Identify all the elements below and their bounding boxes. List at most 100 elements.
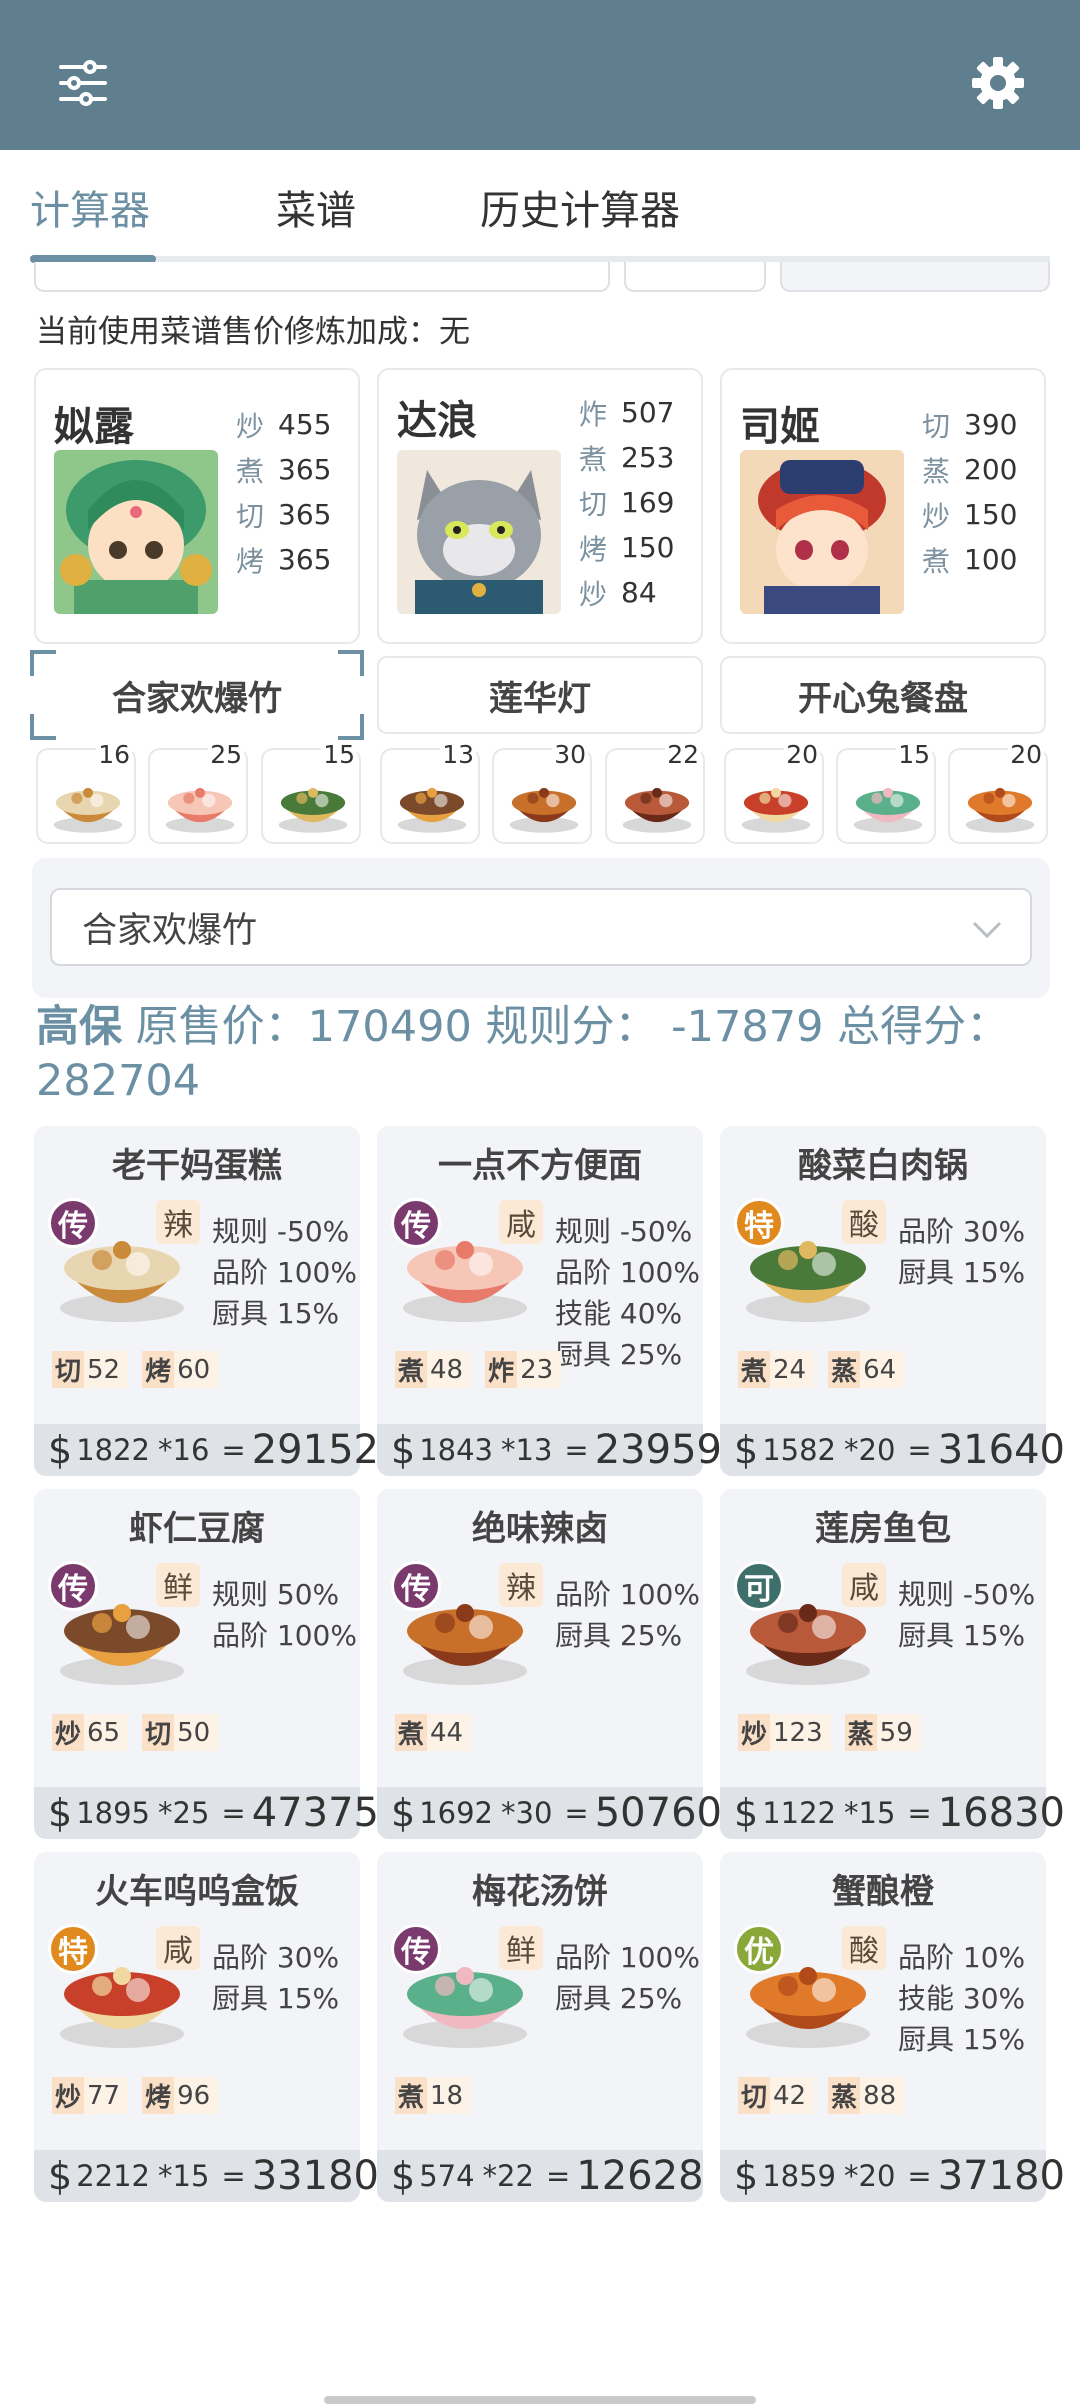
dish-buff: 品阶 30% [212, 1941, 340, 1974]
currency-symbol: $ [734, 1791, 759, 1835]
dish-requirement: 切 50 [142, 1714, 219, 1751]
dish-card[interactable]: 酸菜白肉锅特 酸品阶 30% 厨具 15% 煮 24 蒸 64 $1582 *20 = 31640 [720, 1126, 1065, 1476]
quantity: *15 [158, 2159, 210, 2193]
dish-icon [273, 764, 353, 840]
grade-badge: 传 [391, 1198, 441, 1248]
dish-buff: 规则 -50% [898, 1578, 1036, 1611]
quantity: *25 [158, 1796, 210, 1830]
scrolled-field[interactable] [780, 262, 1050, 292]
app-root: { "header": {"menu_icon": "sliders-icon"… [0, 0, 1080, 2408]
mini-dish-tile[interactable]: 30 [492, 740, 592, 844]
flavor-tag: 酸 [842, 1926, 886, 1970]
flavor-tag: 鲜 [499, 1926, 543, 1970]
dish-requirements: 切 52 烤 60 [52, 1351, 219, 1388]
tab-recipes[interactable]: 菜谱 [276, 178, 356, 236]
scrolled-field[interactable] [624, 262, 766, 292]
dish-card[interactable]: 一点不方便面传 咸规则 -50% 品阶 100% 技能 40% 厨具 25% 煮 48 炸 23… [377, 1126, 722, 1476]
app-bar [0, 0, 1080, 150]
sliders-icon[interactable] [40, 40, 126, 126]
dish-card[interactable]: 绝味辣卤传 辣品阶 100% 厨具 25% 煮 44 $1692 *30 = 50760 [377, 1489, 722, 1839]
bonus-text: 当前使用菜谱售价修炼加成：无 [36, 314, 470, 350]
dish-name: 绝味辣卤 [472, 1509, 608, 1549]
dish-card[interactable]: 梅花汤饼传 鲜品阶 100% 厨具 25% 煮 18 $574 *22 = 12628 [377, 1852, 704, 2202]
gear-icon[interactable] [955, 40, 1041, 126]
chef-portrait [54, 450, 218, 614]
chef-card[interactable]: 达浪 炸 507 煮 253 切 169 烤 150 炒 84 [377, 368, 703, 644]
category-label: 合家欢爆竹 [112, 678, 282, 719]
dish-card[interactable]: 蟹酿橙优 酸品阶 10% 技能 30% 厨具 15% 切 42 蒸 88 $1859 *20 = 37… [720, 1852, 1065, 2202]
mini-dish-tile[interactable]: 13 [380, 740, 480, 844]
chef-skill: 蒸 200 [922, 453, 1018, 488]
grade-label: 高保 [36, 1002, 122, 1052]
dish-count: 30 [552, 740, 588, 769]
dish-requirement: 煮 18 [395, 2077, 472, 2114]
dish-requirements: 炒 123 蒸 59 [738, 1714, 921, 1751]
unit-price: 2212 [76, 2159, 150, 2193]
dish-buff: 规则 -50% [212, 1215, 350, 1248]
chef-skill: 炒 150 [922, 498, 1018, 533]
dish-buff: 品阶 10% [898, 1941, 1026, 1974]
mini-dish-tile[interactable]: 25 [148, 740, 248, 844]
flavor-tag: 鲜 [156, 1563, 200, 1607]
dish-requirement: 烤 60 [142, 1351, 219, 1388]
chef-name: 达浪 [397, 398, 477, 444]
dish-card[interactable]: 老干妈蛋糕传 辣规则 -50% 品阶 100% 厨具 15% 切 52 烤 60 $1822 *1… [34, 1126, 379, 1476]
mini-dish-tile[interactable]: 15 [261, 740, 361, 844]
dish-buff: 厨具 25% [555, 1982, 683, 2015]
dish-requirement: 炒 77 [52, 2077, 129, 2114]
dish-count: 20 [1008, 740, 1044, 769]
category-button[interactable]: 莲华灯 [377, 656, 703, 734]
dish-total: 37180 [937, 2153, 1065, 2199]
currency-symbol: $ [391, 1428, 416, 1472]
mini-dish-tile[interactable]: 20 [724, 740, 824, 844]
dish-requirements: 煮 44 [395, 1714, 472, 1751]
dish-requirement: 煮 44 [395, 1714, 472, 1751]
dish-card[interactable]: 莲房鱼包可 咸规则 -50% 厨具 15% 炒 123 蒸 59 $1122 *15 = 16830 [720, 1489, 1065, 1839]
chef-name: 姒露 [54, 404, 134, 450]
equals-sign: = [545, 2159, 571, 2193]
mini-dish-tile[interactable]: 22 [605, 740, 705, 844]
price-bar: $574 *22 = 12628 [377, 2150, 704, 2202]
dish-total: 12628 [576, 2153, 704, 2199]
dish-total: 47375 [251, 1790, 379, 1836]
dish-icon [848, 764, 928, 840]
chef-skill: 炒 455 [236, 408, 332, 443]
dish-card[interactable]: 虾仁豆腐传 鲜规则 50% 品阶 100% 炒 65 切 50 $1895 *25 = 47375 [34, 1489, 379, 1839]
equals-sign: = [564, 1433, 589, 1467]
recipe-select[interactable]: 合家欢爆竹 [50, 888, 1032, 966]
dish-buff: 技能 40% [555, 1297, 683, 1330]
quantity: *15 [844, 1796, 896, 1830]
dish-buff: 技能 30% [898, 1982, 1026, 2015]
scrolled-field[interactable] [34, 262, 610, 292]
tab-history-calculator[interactable]: 历史计算器 [480, 178, 680, 236]
dish-requirement: 煮 48 [395, 1351, 472, 1388]
mini-dish-tile[interactable]: 15 [836, 740, 936, 844]
dish-buff: 品阶 100% [555, 1941, 700, 1974]
chef-skill: 煮 253 [579, 441, 675, 476]
dish-icon [617, 764, 697, 840]
unit-price: 1843 [419, 1433, 493, 1467]
chef-name: 司姬 [740, 404, 820, 450]
category-button-selected[interactable]: 合家欢爆竹 [30, 650, 364, 740]
dish-requirements: 炒 77 烤 96 [52, 2077, 219, 2114]
grade-badge: 特 [734, 1198, 784, 1248]
home-indicator [324, 2396, 756, 2404]
chef-card[interactable]: 姒露 炒 455 煮 365 切 365 烤 365 [34, 368, 360, 644]
dish-buffs: 规则 50% 品阶 100% [212, 1573, 357, 1655]
mini-dish-tile[interactable]: 20 [948, 740, 1048, 844]
currency-symbol: $ [48, 1428, 73, 1472]
dish-icon [160, 764, 240, 840]
grade-badge: 传 [391, 1561, 441, 1611]
chef-card[interactable]: 司姬 切 390 蒸 200 炒 150 煮 100 [720, 368, 1046, 644]
flavor-tag: 酸 [842, 1200, 886, 1244]
category-button[interactable]: 开心兔餐盘 [720, 656, 1046, 734]
dish-buff: 厨具 15% [212, 1982, 340, 2015]
dish-card[interactable]: 火车呜呜盒饭特 咸品阶 30% 厨具 15% 炒 77 烤 96 $2212 *15 = 33180 [34, 1852, 379, 2202]
tab-calculator[interactable]: 计算器 [30, 178, 150, 236]
grade-badge: 优 [734, 1924, 784, 1974]
mini-dish-tile[interactable]: 16 [36, 740, 136, 844]
quantity: *30 [501, 1796, 553, 1830]
dish-requirement: 切 42 [738, 2077, 815, 2114]
grade-badge: 特 [48, 1924, 98, 1974]
dish-buff: 品阶 30% [898, 1215, 1026, 1248]
